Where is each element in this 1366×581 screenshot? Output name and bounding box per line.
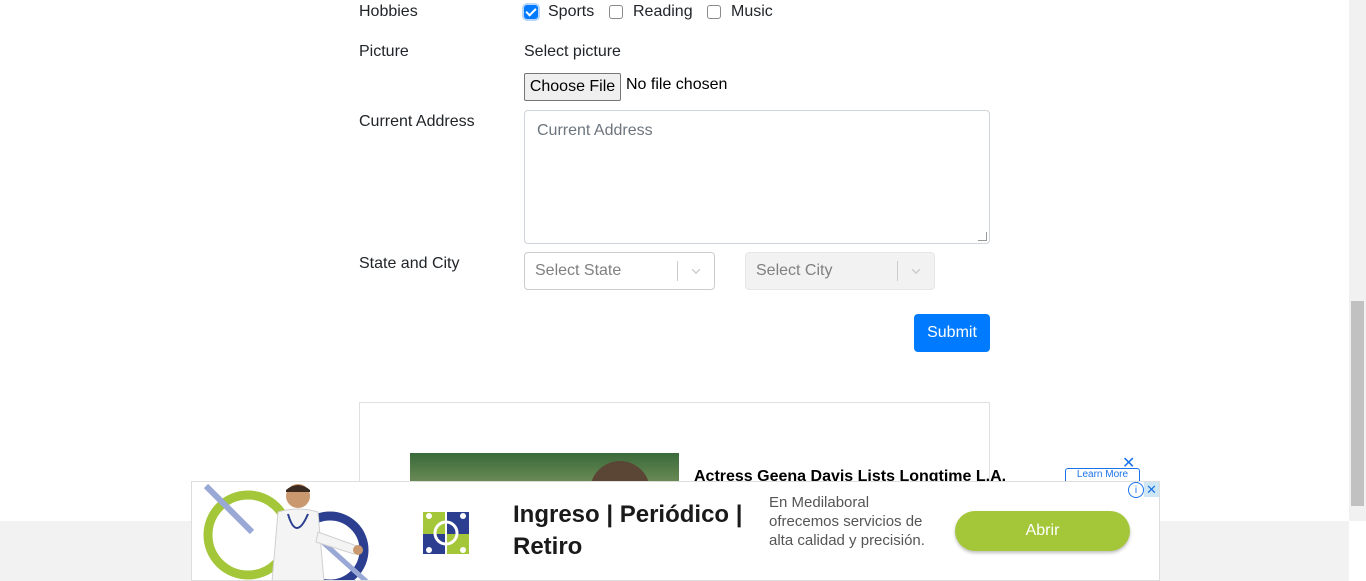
chevron-down-icon[interactable] <box>898 264 934 278</box>
banner-headline[interactable]: Ingreso | Periódico | Retiro <box>513 499 753 563</box>
choose-file-button[interactable]: Choose File <box>524 73 621 101</box>
address-label: Current Address <box>359 113 475 130</box>
hobby-sports[interactable]: Sports <box>524 0 594 24</box>
chevron-down-icon[interactable] <box>678 264 714 278</box>
doctor-graphic <box>203 483 369 580</box>
scrollbar-thumb[interactable] <box>1351 301 1364 506</box>
city-placeholder: Select City <box>756 262 833 279</box>
file-status: No file chosen <box>626 76 728 93</box>
hobbies-label: Hobbies <box>359 3 418 20</box>
close-icon[interactable]: ✕ <box>1144 482 1159 497</box>
banner-body: En Medilaboral ofrecemos servicios de al… <box>769 494 925 549</box>
picture-prompt: Select picture <box>524 43 621 60</box>
hobby-music[interactable]: Music <box>707 0 773 24</box>
sports-checkbox[interactable] <box>524 5 538 19</box>
submit-button[interactable]: Submit <box>914 314 990 352</box>
info-icon[interactable]: i <box>1128 482 1144 498</box>
address-placeholder: Current Address <box>537 122 653 139</box>
music-label[interactable]: Music <box>731 3 773 21</box>
reading-checkbox[interactable] <box>609 5 623 19</box>
medilaboral-logo <box>423 512 469 554</box>
close-icon[interactable]: ✕ <box>1122 453 1135 473</box>
sports-label[interactable]: Sports <box>548 3 594 21</box>
abrir-button[interactable]: Abrir <box>955 511 1130 551</box>
address-textarea[interactable]: Current Address <box>524 110 990 244</box>
city-select[interactable]: Select City <box>745 252 935 290</box>
state-placeholder: Select State <box>535 262 622 279</box>
picture-label: Picture <box>359 43 409 60</box>
resize-handle[interactable] <box>978 232 987 241</box>
reading-label[interactable]: Reading <box>633 3 693 21</box>
state-city-label: State and City <box>359 255 460 272</box>
state-select[interactable]: Select State <box>524 252 715 290</box>
hobby-reading[interactable]: Reading <box>609 0 693 24</box>
music-checkbox[interactable] <box>707 5 721 19</box>
